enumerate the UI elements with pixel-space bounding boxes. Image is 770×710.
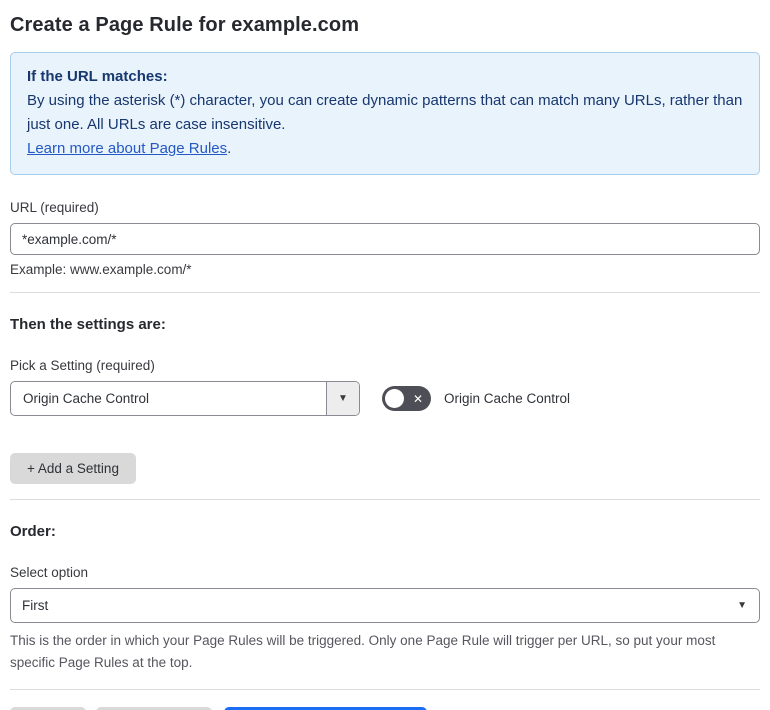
- link-period: .: [227, 140, 232, 157]
- setting-picker-row: Origin Cache Control ▼ ✕ Origin Cache Co…: [10, 381, 760, 416]
- info-box-heading: If the URL matches:: [27, 68, 168, 85]
- url-example-helper: Example: www.example.com/*: [10, 262, 192, 277]
- settings-section-heading: Then the settings are:: [10, 316, 166, 333]
- setting-select-value: Origin Cache Control: [23, 391, 150, 406]
- divider: [10, 499, 760, 500]
- url-field-label: URL (required): [10, 200, 99, 215]
- toggle-knob: [385, 389, 404, 408]
- page-rule-form: Create a Page Rule for example.com If th…: [0, 0, 770, 710]
- toggle-setting-label: Origin Cache Control: [444, 391, 571, 406]
- setting-picker-label: Pick a Setting (required): [10, 358, 155, 373]
- toggle-off-x-icon: ✕: [412, 391, 423, 406]
- url-match-info-box: If the URL matches: By using the asteris…: [10, 52, 760, 175]
- url-input[interactable]: [10, 223, 760, 255]
- setting-select[interactable]: Origin Cache Control ▼: [10, 381, 360, 416]
- order-section-heading: Order:: [10, 523, 56, 540]
- add-setting-button[interactable]: + Add a Setting: [10, 453, 136, 484]
- order-select[interactable]: First ▼: [10, 588, 760, 623]
- page-title: Create a Page Rule for example.com: [10, 14, 360, 36]
- order-select-value: First: [22, 598, 49, 613]
- divider: [10, 292, 760, 293]
- learn-more-link[interactable]: Learn more about Page Rules: [27, 140, 227, 157]
- chevron-down-icon: ▼: [737, 599, 747, 611]
- setting-select-arrow-button[interactable]: ▼: [326, 382, 359, 415]
- divider: [10, 689, 760, 690]
- order-helper-text: This is the order in which your Page Rul…: [10, 633, 716, 670]
- info-box-link-line: Learn more about Page Rules.: [27, 137, 743, 161]
- origin-cache-control-toggle[interactable]: ✕: [382, 386, 431, 411]
- chevron-down-icon: ▼: [338, 392, 348, 404]
- info-box-body: By using the asterisk (*) character, you…: [27, 92, 743, 133]
- order-select-label: Select option: [10, 565, 89, 580]
